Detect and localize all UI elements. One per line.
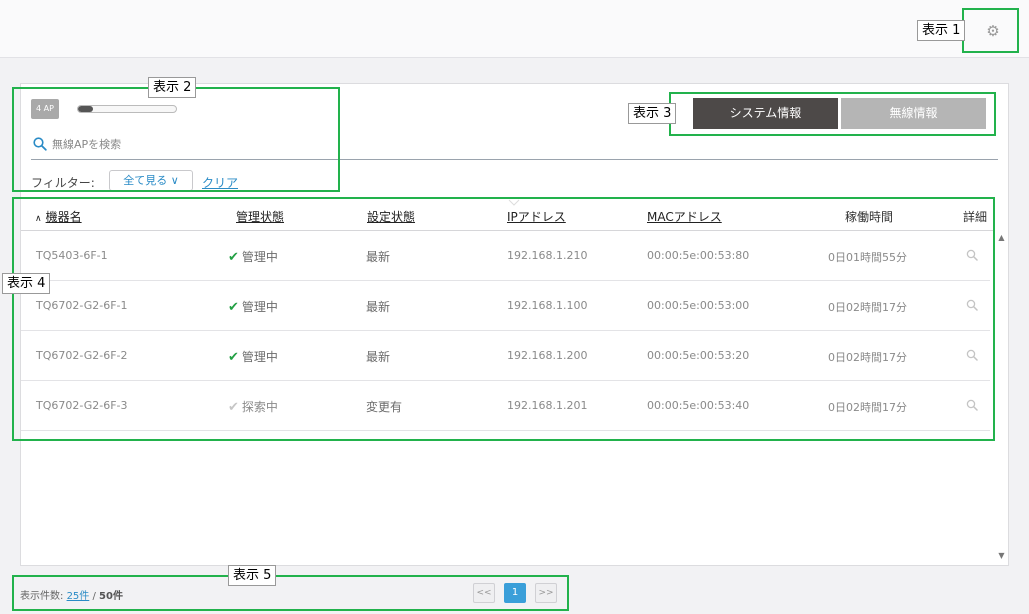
top-bar: [0, 0, 1029, 58]
filter-dropdown[interactable]: 全て見る ∨: [109, 170, 193, 191]
status-text: 管理中: [241, 350, 278, 364]
device-name-cell: TQ6702-G2-6F-3: [36, 399, 128, 412]
ap-progress-bar: [77, 105, 177, 113]
management-status-cell: ✔ 管理中: [228, 248, 278, 265]
status-text: 探索中: [241, 400, 278, 414]
tab-wireless-info[interactable]: 無線情報: [841, 98, 986, 129]
next-page-button[interactable]: >>: [535, 583, 557, 603]
mac-address-cell: 00:00:5e:00:53:40: [647, 399, 750, 412]
mac-address-cell: 00:00:5e:00:53:00: [647, 299, 750, 312]
config-status-cell: 最新: [366, 250, 391, 264]
column-header-management-status[interactable]: 管理状態: [236, 208, 284, 225]
page-1-button[interactable]: 1: [504, 583, 526, 603]
uptime-cell: 0日01時間55分: [828, 251, 907, 264]
device-name-cell: TQ6702-G2-6F-1: [36, 299, 128, 312]
sort-ascending-icon: ∧: [35, 214, 42, 224]
ap-count-badge: 4 AP: [31, 99, 59, 119]
column-header-device-name[interactable]: ∧ 機器名: [35, 208, 82, 225]
ap-progress-fill: [78, 106, 93, 112]
table-row[interactable]: TQ6702-G2-6F-3 ✔ 探索中 変更有 192.168.1.201 00:00:…: [21, 381, 990, 431]
page-size-label: 表示件数:: [20, 591, 64, 602]
check-icon: ✔: [228, 300, 239, 315]
scroll-up-arrow-icon[interactable]: ▲: [995, 233, 1008, 245]
mac-address-cell: 00:00:5e:00:53:20: [647, 349, 750, 362]
tab-system-info[interactable]: システム情報: [693, 98, 838, 129]
column-header-details: 詳細: [963, 210, 988, 224]
check-icon: ✔: [228, 400, 239, 415]
ip-address-cell: 192.168.1.201: [507, 399, 588, 412]
gear-icon: ⚙: [986, 22, 1000, 40]
annotation-label-2: 表示 2: [148, 77, 197, 98]
search-input[interactable]: [52, 135, 332, 153]
config-status-cell: 最新: [366, 300, 391, 314]
table-row[interactable]: TQ6702-G2-6F-2 ✔ 管理中 最新 192.168.1.200 00:00:5…: [21, 331, 990, 381]
prev-page-button[interactable]: <<: [473, 583, 495, 603]
check-icon: ✔: [228, 350, 239, 365]
uptime-cell: 0日02時間17分: [828, 351, 907, 364]
status-text: 管理中: [241, 300, 278, 314]
device-name-cell: TQ6702-G2-6F-2: [36, 349, 128, 362]
ip-address-cell: 192.168.1.200: [507, 349, 588, 362]
table-scrollbar[interactable]: ▲ ▼: [995, 231, 1008, 565]
status-text: 管理中: [241, 250, 278, 264]
uptime-cell: 0日02時間17分: [828, 401, 907, 414]
annotation-label-3: 表示 3: [628, 103, 677, 124]
column-header-ip-address[interactable]: IPアドレス: [507, 208, 566, 225]
table-row[interactable]: TQ6702-G2-6F-1 ✔ 管理中 最新 192.168.1.100 00:00:5…: [21, 281, 990, 331]
annotation-label-1: 表示 1: [917, 20, 966, 41]
column-header-uptime: 稼働時間: [845, 210, 894, 224]
column-header-label: 機器名: [45, 210, 82, 224]
scroll-down-arrow-icon[interactable]: ▼: [995, 551, 1008, 563]
management-status-cell: ✔ 探索中: [228, 398, 278, 415]
management-status-cell: ✔ 管理中: [228, 298, 278, 315]
config-status-cell: 最新: [366, 350, 391, 364]
annotation-label-5: 表示 5: [228, 565, 277, 586]
device-name-cell: TQ5403-6F-1: [36, 249, 108, 262]
detail-search-icon[interactable]: [966, 249, 978, 261]
settings-button[interactable]: ⚙: [980, 18, 1006, 44]
page-size-link[interactable]: 25件: [67, 591, 90, 602]
page-size-info: 表示件数: 25件 / 50件: [20, 587, 123, 602]
detail-search-icon[interactable]: [966, 399, 978, 411]
management-status-cell: ✔ 管理中: [228, 348, 278, 365]
mac-address-cell: 00:00:5e:00:53:80: [647, 249, 750, 262]
annotation-label-4: 表示 4: [2, 273, 51, 294]
table-row[interactable]: TQ5403-6F-1 ✔ 管理中 最新 192.168.1.210 00:00:5e:0…: [21, 231, 990, 281]
search-underline: [31, 159, 998, 160]
page-size-separator: /: [89, 591, 100, 602]
search-icon: [33, 137, 47, 151]
ip-address-cell: 192.168.1.210: [507, 249, 588, 262]
config-status-cell: 変更有: [366, 400, 403, 414]
header-pointer-icon: [508, 199, 520, 206]
ip-address-cell: 192.168.1.100: [507, 299, 588, 312]
total-count: 50件: [99, 591, 123, 602]
column-header-mac-address[interactable]: MACアドレス: [647, 208, 722, 225]
column-header-config-status[interactable]: 設定状態: [367, 208, 415, 225]
check-icon: ✔: [228, 250, 239, 265]
filter-label: フィルター:: [31, 176, 95, 190]
detail-search-icon[interactable]: [966, 349, 978, 361]
detail-search-icon[interactable]: [966, 299, 978, 311]
clear-filter-link[interactable]: クリア: [202, 174, 238, 191]
uptime-cell: 0日02時間17分: [828, 301, 907, 314]
